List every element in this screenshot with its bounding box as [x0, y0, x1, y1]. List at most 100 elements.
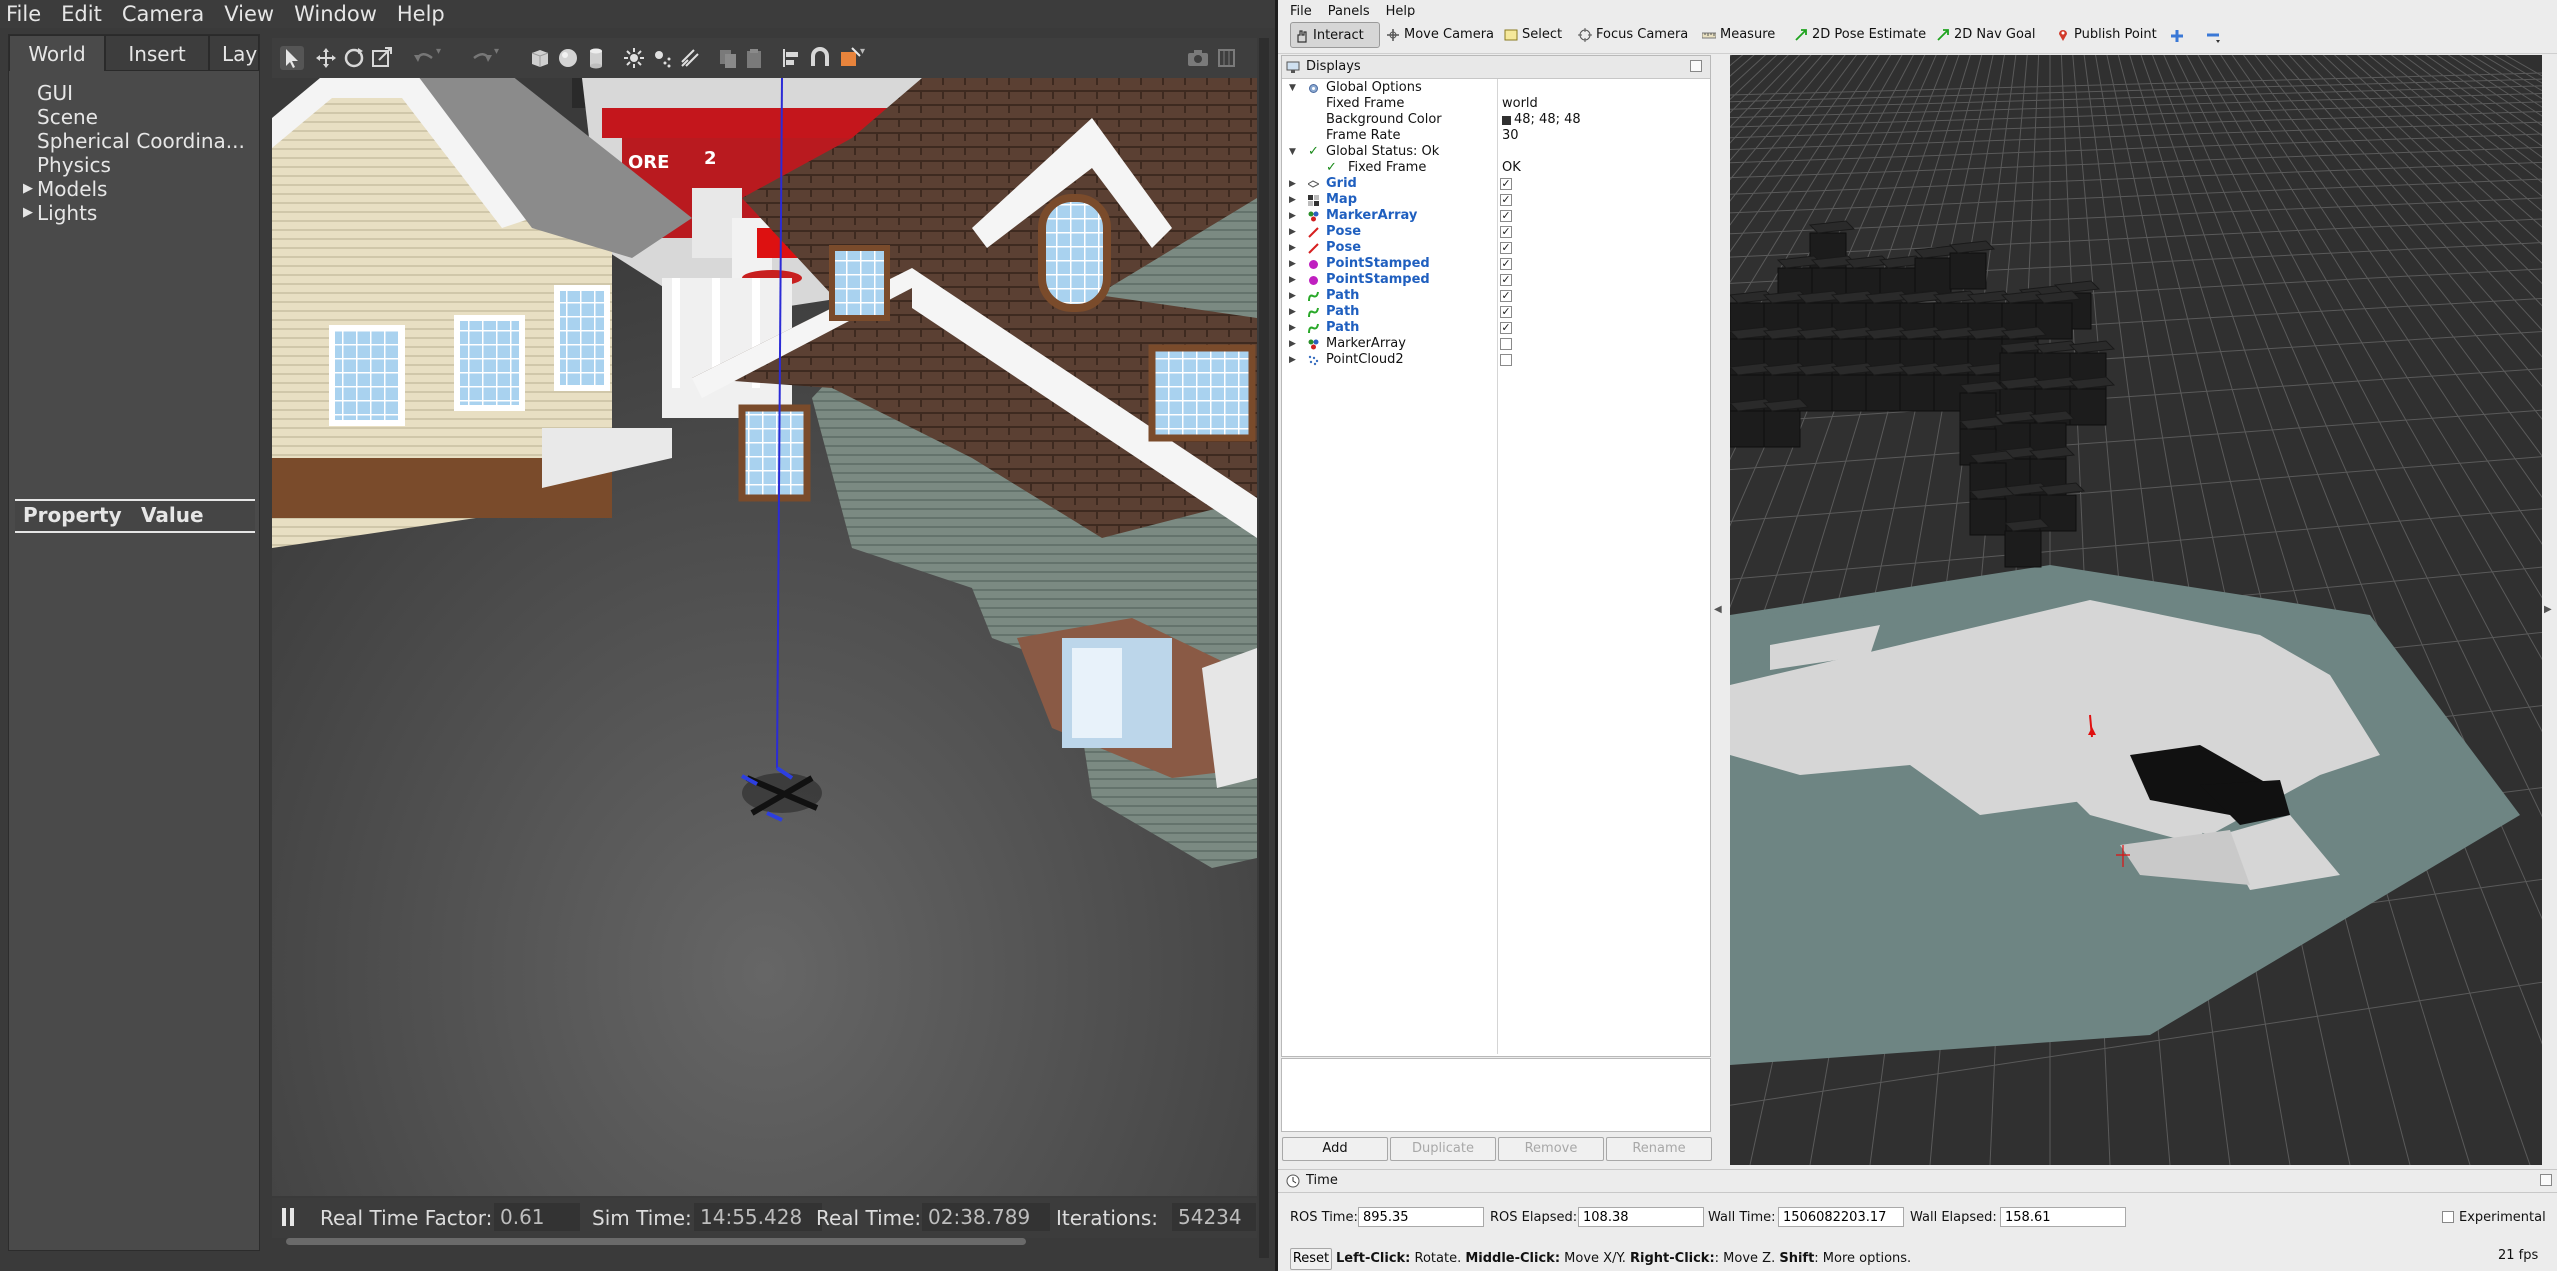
gazebo-3d-viewport[interactable]: ORE 2 4	[272, 78, 1257, 1196]
display-item-pose[interactable]: ▶ Pose ✓	[1282, 224, 1710, 240]
screenshot-view-icon[interactable]	[838, 46, 862, 70]
menu-help[interactable]: Help	[397, 0, 445, 28]
color-swatch[interactable]	[1502, 116, 1511, 125]
display-item-map[interactable]: ▶ Map ✓	[1282, 192, 1710, 208]
rviz-3d-viewport[interactable]	[1730, 55, 2542, 1165]
menu-window[interactable]: Window	[294, 0, 377, 28]
paste-icon[interactable]	[742, 46, 766, 70]
undo-dropdown-icon[interactable]: ▾	[436, 46, 448, 70]
tree-item-scene[interactable]: Scene	[37, 105, 98, 129]
display-enabled-checkbox[interactable]: ✓	[1500, 322, 1512, 334]
select-arrow-icon[interactable]	[280, 46, 304, 70]
tool-focus-camera[interactable]: Focus Camera	[1574, 22, 1688, 48]
cylinder-shape-icon[interactable]	[584, 46, 608, 70]
expand-arrow-icon[interactable]: ▶	[1289, 288, 1296, 304]
add-tool-plus-icon[interactable]	[2170, 28, 2184, 42]
tool-interact[interactable]: Interact	[1290, 22, 1380, 48]
display-enabled-checkbox[interactable]: ✓	[1500, 290, 1512, 302]
reset-button[interactable]: Reset	[1290, 1248, 1332, 1270]
redo-dropdown-icon[interactable]: ▾	[494, 46, 506, 70]
tool-2d-nav-goal[interactable]: 2D Nav Goal	[1932, 22, 2046, 48]
display-enabled-checkbox[interactable]: ✓	[1500, 226, 1512, 238]
align-icon[interactable]	[780, 46, 804, 70]
menu-camera[interactable]: Camera	[122, 0, 204, 28]
tool-select[interactable]: Select	[1500, 22, 1568, 48]
scale-icon[interactable]	[370, 46, 394, 70]
wall-time-field[interactable]: 1506082203.17	[1778, 1207, 1904, 1227]
ros-elapsed-field[interactable]: 108.38	[1578, 1207, 1704, 1227]
expand-arrow-icon[interactable]: ▶	[1289, 320, 1296, 336]
tab-insert[interactable]: Insert	[105, 35, 209, 71]
tool-measure[interactable]: Measure	[1698, 22, 1780, 48]
sphere-shape-icon[interactable]	[556, 46, 580, 70]
collapse-right-panel-icon[interactable]: ▶	[2544, 600, 2556, 620]
tree-item-physics[interactable]: Physics	[37, 153, 111, 177]
expand-arrow-icon[interactable]: ▶	[1289, 272, 1296, 288]
tree-item-lights[interactable]: Lights	[37, 201, 97, 225]
ros-time-field[interactable]: 895.35	[1358, 1207, 1484, 1227]
spot-light-icon[interactable]	[650, 46, 674, 70]
expand-arrow-icon[interactable]: ▶	[1289, 336, 1296, 352]
copy-icon[interactable]	[716, 46, 740, 70]
display-enabled-checkbox[interactable]: ✓	[1500, 194, 1512, 206]
experimental-checkbox[interactable]	[2442, 1211, 2454, 1223]
undock-time-panel-button[interactable]	[2540, 1174, 2552, 1186]
tree-item-models[interactable]: Models	[37, 177, 107, 201]
expand-arrow-icon[interactable]: ▶	[1289, 256, 1296, 272]
display-item-marker-array[interactable]: ▶ MarkerArray ✓	[1282, 208, 1710, 224]
display-item-point-stamped[interactable]: ▶ PointStamped ✓	[1282, 272, 1710, 288]
display-enabled-checkbox[interactable]	[1500, 338, 1512, 350]
gazebo-horizontal-scrollbar[interactable]	[286, 1238, 1026, 1245]
remove-tool-minus-icon[interactable]	[2206, 28, 2222, 44]
expand-arrow-icon[interactable]: ▶	[23, 177, 33, 201]
box-shape-icon[interactable]	[528, 46, 552, 70]
tree-row-status-fixed-frame[interactable]: ✓ Fixed Frame OK	[1282, 160, 1710, 176]
expand-arrow-icon[interactable]: ▶	[1289, 192, 1296, 208]
expand-arrow-icon[interactable]: ▶	[1289, 208, 1296, 224]
pause-bar-left[interactable]	[282, 1208, 286, 1226]
undock-panel-button[interactable]	[1690, 60, 1702, 72]
display-enabled-checkbox[interactable]: ✓	[1500, 274, 1512, 286]
point-light-icon[interactable]	[622, 46, 646, 70]
display-item-point-stamped[interactable]: ▶ PointStamped ✓	[1282, 256, 1710, 272]
directional-light-icon[interactable]	[678, 46, 702, 70]
collapse-arrow-icon[interactable]: ▼	[1289, 80, 1296, 96]
menu-edit[interactable]: Edit	[61, 0, 102, 28]
tree-item-spherical-coordinates[interactable]: Spherical Coordina...	[37, 129, 245, 153]
gazebo-splitter[interactable]	[1259, 38, 1269, 1258]
translate-icon[interactable]	[314, 46, 338, 70]
camera-icon[interactable]	[1186, 46, 1210, 70]
display-enabled-checkbox[interactable]: ✓	[1500, 306, 1512, 318]
record-video-icon[interactable]	[1216, 46, 1240, 70]
display-enabled-checkbox[interactable]	[1500, 354, 1512, 366]
display-item-grid[interactable]: ▶ Grid ✓	[1282, 176, 1710, 192]
tree-row-fixed-frame[interactable]: Fixed Frame world	[1282, 96, 1710, 112]
tree-item-gui[interactable]: GUI	[37, 81, 73, 105]
wall-elapsed-field[interactable]: 158.61	[2000, 1207, 2126, 1227]
display-enabled-checkbox[interactable]: ✓	[1500, 242, 1512, 254]
tab-world[interactable]: World	[9, 35, 105, 71]
expand-arrow-icon[interactable]: ▶	[23, 201, 33, 225]
redo-icon[interactable]	[470, 46, 494, 70]
rotate-icon[interactable]	[342, 46, 366, 70]
expand-arrow-icon[interactable]: ▶	[1289, 240, 1296, 256]
rename-display-button[interactable]: Rename	[1606, 1137, 1712, 1161]
tool-publish-point[interactable]: Publish Point	[2052, 22, 2162, 48]
background-color-value[interactable]: 48; 48; 48	[1514, 112, 1581, 128]
remove-display-button[interactable]: Remove	[1498, 1137, 1604, 1161]
collapse-arrow-icon[interactable]: ▼	[1289, 144, 1296, 160]
tree-row-global-options[interactable]: ▼ Global Options	[1282, 80, 1710, 96]
expand-arrow-icon[interactable]: ▶	[1289, 176, 1296, 192]
snap-icon[interactable]	[808, 46, 832, 70]
display-enabled-checkbox[interactable]: ✓	[1500, 258, 1512, 270]
display-item-path[interactable]: ▶ Path ✓	[1282, 288, 1710, 304]
tree-row-background-color[interactable]: Background Color 48; 48; 48	[1282, 112, 1710, 128]
display-item-marker-array[interactable]: ▶ MarkerArray	[1282, 336, 1710, 352]
tool-2d-pose-estimate[interactable]: 2D Pose Estimate	[1790, 22, 1926, 48]
display-item-path[interactable]: ▶ Path ✓	[1282, 304, 1710, 320]
view-dropdown-icon[interactable]: ▾	[860, 46, 870, 70]
expand-arrow-icon[interactable]: ▶	[1289, 304, 1296, 320]
tab-layers[interactable]: Layers	[209, 35, 259, 71]
display-item-pose[interactable]: ▶ Pose ✓	[1282, 240, 1710, 256]
fixed-frame-value[interactable]: world	[1502, 96, 1538, 112]
